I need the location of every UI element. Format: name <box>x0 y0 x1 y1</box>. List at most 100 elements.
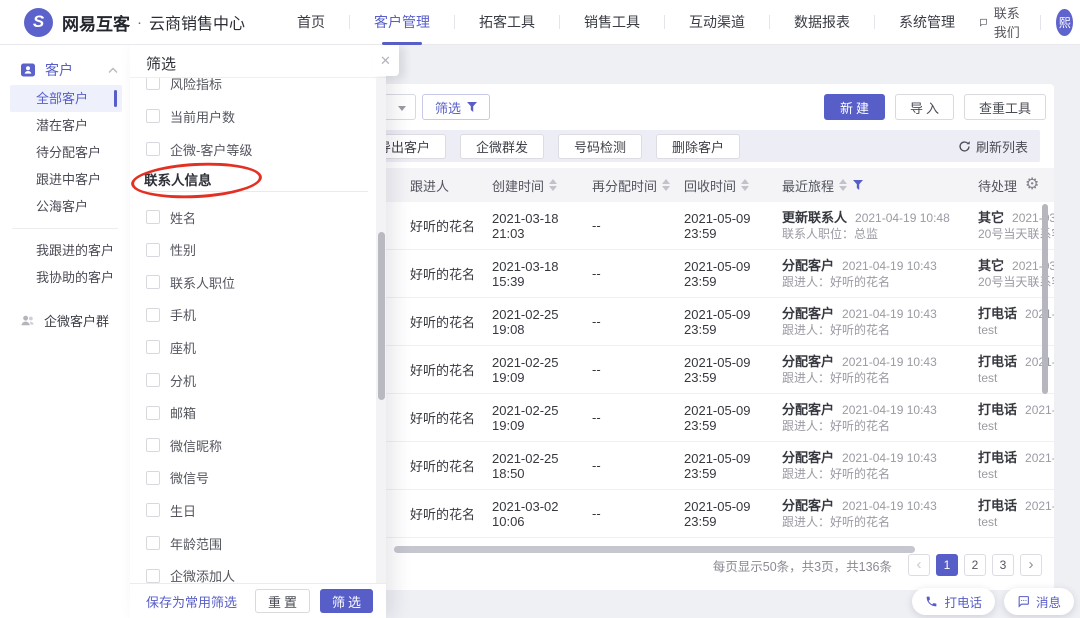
filter-option-label[interactable]: 分机 <box>170 371 196 390</box>
checkbox[interactable] <box>146 78 160 90</box>
filter-option-label[interactable]: 当前用户数 <box>170 107 235 126</box>
filter-option-label[interactable]: 微信号 <box>170 468 209 487</box>
sidebar-item-5[interactable]: 公海客户 <box>10 193 122 220</box>
filter-option-label[interactable]: 生日 <box>170 501 196 520</box>
cell-recycle-time: 2021-05-09 23:59 <box>684 355 782 385</box>
nav-item-5[interactable]: 互动渠道 <box>665 0 769 45</box>
pager-page-1[interactable]: 1 <box>936 554 958 576</box>
drawer-footer-buttons: 重置 筛选 <box>255 589 373 613</box>
filter-option-label[interactable]: 性别 <box>170 240 196 259</box>
drawer-scrollbar-thumb[interactable] <box>378 232 385 400</box>
filter-option-label[interactable]: 年龄范围 <box>170 534 222 553</box>
call-fab[interactable]: 打电话 <box>912 588 995 615</box>
sort-icon[interactable] <box>839 179 847 191</box>
sidebar-item-wecom-groups[interactable]: 企微客户群 <box>0 305 130 335</box>
sort-icon[interactable] <box>741 179 749 191</box>
toolbar-button-4[interactable]: 删除客户 <box>656 134 740 159</box>
column-header-1[interactable]: 跟进人 <box>410 176 492 195</box>
column-filter-icon[interactable] <box>853 180 863 190</box>
open-filter-button[interactable]: 筛选 <box>422 94 490 120</box>
checkbox[interactable] <box>146 503 160 517</box>
filter-option-label[interactable]: 姓名 <box>170 208 196 227</box>
filter-option-label[interactable]: 微信昵称 <box>170 436 222 455</box>
sidebar-item-1[interactable]: 全部客户 <box>10 85 122 112</box>
reset-button[interactable]: 重置 <box>255 589 310 613</box>
sidebar-item-4[interactable]: 跟进中客户 <box>10 166 122 193</box>
filter-option: 分机 <box>130 368 360 392</box>
column-header-2[interactable]: 创建时间 <box>492 176 592 195</box>
checkbox[interactable] <box>146 438 160 452</box>
column-header-4[interactable]: 回收时间 <box>684 176 782 195</box>
pager-page-2[interactable]: 2 <box>964 554 986 576</box>
sidebar-items: 全部客户潜在客户待分配客户跟进中客户公海客户我跟进的客户我协助的客户 <box>0 85 130 291</box>
filter-option-label[interactable]: 风险指标 <box>170 78 222 93</box>
nav-item-1[interactable]: 首页 <box>273 0 349 45</box>
refresh-list-button[interactable]: 刷新列表 <box>958 137 1028 156</box>
nav-item-7[interactable]: 系统管理 <box>875 0 979 45</box>
table-horizontal-scrollbar[interactable] <box>394 546 915 553</box>
sort-icon[interactable] <box>549 179 557 191</box>
sidebar-group-customers[interactable]: 客户 <box>0 55 130 85</box>
column-header-6[interactable]: 待处理⚙ <box>978 176 1054 195</box>
toolbar-button-2[interactable]: 企微群发 <box>460 134 544 159</box>
toolbar-button-3[interactable]: 号码检测 <box>558 134 642 159</box>
checkbox[interactable] <box>146 536 160 550</box>
filter-option-label[interactable]: 座机 <box>170 338 196 357</box>
checkbox[interactable] <box>146 373 160 387</box>
checkbox[interactable] <box>146 142 160 156</box>
column-label: 再分配时间 <box>592 176 657 195</box>
filter-option-label[interactable]: 联系人职位 <box>170 273 235 292</box>
nav-item-6[interactable]: 数据报表 <box>770 0 874 45</box>
message-fab[interactable]: 消息 <box>1004 588 1074 615</box>
checkbox[interactable] <box>146 406 160 420</box>
save-as-common-filter-link[interactable]: 保存为常用筛选 <box>146 592 237 611</box>
column-header-5[interactable]: 最近旅程 <box>782 176 978 195</box>
column-header-3[interactable]: 再分配时间 <box>592 176 684 195</box>
checkbox[interactable] <box>146 210 160 224</box>
sidebar-item-3[interactable]: 待分配客户 <box>10 139 122 166</box>
sidebar-item-6[interactable]: 我跟进的客户 <box>10 237 122 264</box>
import-button[interactable]: 导入 <box>895 94 954 120</box>
checkbox[interactable] <box>146 275 160 289</box>
pager-page-3[interactable]: 3 <box>992 554 1014 576</box>
checkbox[interactable] <box>146 569 160 583</box>
filter-option-label[interactable]: 邮箱 <box>170 403 196 422</box>
phone-icon <box>925 595 938 608</box>
column-label: 创建时间 <box>492 176 544 195</box>
sidebar-item-2[interactable]: 潜在客户 <box>10 112 122 139</box>
section-divider <box>144 191 368 192</box>
dedupe-tool-button[interactable]: 查重工具 <box>964 94 1046 120</box>
cell-owner: 好听的花名 <box>410 456 492 475</box>
new-customer-button[interactable]: 新建 <box>824 94 885 120</box>
group-people-icon <box>20 313 35 328</box>
sort-icon[interactable] <box>662 179 670 191</box>
chevron-down-icon <box>398 106 406 111</box>
contact-us-button[interactable]: 联系我们 <box>979 3 1024 41</box>
drawer-header: 筛选 <box>130 45 386 78</box>
filter-option-label[interactable]: 企微-客户等级 <box>170 140 252 159</box>
nav-item-4[interactable]: 销售工具 <box>560 0 664 45</box>
cell-owner: 好听的花名 <box>410 408 492 427</box>
nav-item-2[interactable]: 客户管理 <box>350 0 454 45</box>
pager-next-button[interactable]: › <box>1020 554 1042 576</box>
filter-option-label[interactable]: 手机 <box>170 305 196 324</box>
nav-item-3[interactable]: 拓客工具 <box>455 0 559 45</box>
filter-option-label[interactable]: 企微添加人 <box>170 566 235 583</box>
column-settings-gear-icon[interactable]: ⚙ <box>1025 177 1039 193</box>
journey-line1: 分配客户2021-04-19 10:43 <box>782 353 978 371</box>
sidebar-item-7[interactable]: 我协助的客户 <box>10 264 122 291</box>
checkbox[interactable] <box>146 243 160 257</box>
pager-prev-button[interactable]: ‹ <box>908 554 930 576</box>
checkbox[interactable] <box>146 109 160 123</box>
user-avatar[interactable]: 熙 <box>1056 9 1073 36</box>
brand-name: 网易互客 <box>62 10 130 35</box>
table-vertical-scrollbar[interactable] <box>1042 204 1048 394</box>
filter-option: 微信昵称 <box>130 433 360 457</box>
apply-filter-button[interactable]: 筛选 <box>320 589 373 613</box>
checkbox[interactable] <box>146 471 160 485</box>
checkbox[interactable] <box>146 308 160 322</box>
brand-logo-icon: S <box>24 8 53 37</box>
drawer-close-button[interactable]: ✕ <box>372 45 399 76</box>
filter-option: 姓名 <box>130 205 360 229</box>
checkbox[interactable] <box>146 340 160 354</box>
